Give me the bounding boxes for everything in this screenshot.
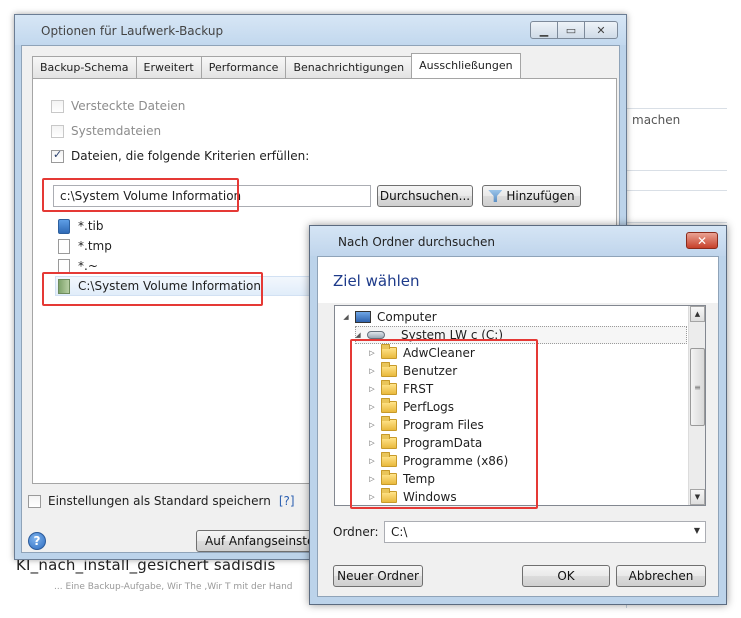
scroll-thumb[interactable]: ≡ xyxy=(690,348,705,426)
tab-backup-schema[interactable]: Backup-Schema xyxy=(32,56,137,78)
caption-buttons: ▁ ▭ ✕ xyxy=(530,21,618,39)
scroll-down-button[interactable]: ▼ xyxy=(690,489,705,505)
drive-icon xyxy=(367,331,385,339)
cancel-button[interactable]: Abbrechen xyxy=(616,565,706,587)
dialog-heading: Ziel wählen xyxy=(333,272,420,290)
dialog-header: Ziel wählen xyxy=(318,257,718,303)
save-default-label: Einstellungen als Standard speichern xyxy=(48,494,271,508)
divider xyxy=(626,222,727,223)
help-icon[interactable]: ? xyxy=(28,532,46,550)
system-files-label: Systemdateien xyxy=(71,124,162,138)
collapse-arrow-icon[interactable]: ◢ xyxy=(353,331,363,339)
folder-select-value: C:\ xyxy=(391,525,408,539)
browse-button[interactable]: Durchsuchen... xyxy=(377,185,473,207)
collapse-arrow-icon[interactable]: ◢ xyxy=(341,313,351,321)
hidden-files-checkbox[interactable] xyxy=(51,99,64,113)
maximize-button[interactable]: ▭ xyxy=(557,21,585,39)
tab-erweitert[interactable]: Erweitert xyxy=(135,56,202,78)
exclusion-item[interactable]: *.tmp xyxy=(58,236,112,256)
add-filter-icon xyxy=(488,190,503,202)
save-default-option[interactable]: Einstellungen als Standard speichern [?] xyxy=(28,494,295,508)
exclusion-item-label: *.tmp xyxy=(78,239,112,253)
exclusion-item-label: *.tib xyxy=(78,219,104,233)
help-link[interactable]: [?] xyxy=(279,494,295,508)
criteria-files-option[interactable]: Dateien, die folgende Kriterien erfüllen… xyxy=(51,148,310,163)
tree-scrollbar[interactable]: ▲ ≡ ▼ xyxy=(688,306,705,505)
grip-icon: ≡ xyxy=(694,382,701,392)
exclusion-item[interactable]: *.tib xyxy=(58,216,103,236)
tree-item-computer[interactable]: ◢ Computer xyxy=(341,308,437,326)
ok-button[interactable]: OK xyxy=(522,565,610,587)
criteria-files-label: Dateien, die folgende Kriterien erfüllen… xyxy=(71,149,310,163)
folder-label: Ordner: xyxy=(333,525,379,539)
arrow-down-icon: ▼ xyxy=(694,493,701,501)
highlight-box xyxy=(42,272,263,306)
arrow-up-icon: ▲ xyxy=(694,310,701,318)
tib-file-icon xyxy=(58,218,70,234)
add-button-label: Hinzufügen xyxy=(506,189,575,203)
divider xyxy=(626,190,727,191)
maximize-icon: ▭ xyxy=(565,23,577,37)
background-strip-text: KI_nach_install_gesichert sadisdis xyxy=(16,560,276,574)
criteria-files-checkbox[interactable] xyxy=(51,148,64,163)
close-icon: ✕ xyxy=(696,233,708,248)
folder-select[interactable]: C:\ ▼ xyxy=(384,521,706,543)
exclusion-item-label: *.~ xyxy=(78,259,98,273)
dialog-title-bar: Nach Ordner durchsuchen ✕ xyxy=(310,226,726,256)
divider xyxy=(626,170,727,171)
tab-ausschliessungen[interactable]: Ausschließungen xyxy=(411,53,521,78)
highlight-box xyxy=(42,178,239,212)
save-default-checkbox[interactable] xyxy=(28,494,41,508)
chevron-down-icon: ▼ xyxy=(693,526,700,535)
background-fragment-text: machen xyxy=(632,113,681,127)
title-bar: Optionen für Laufwerk-Backup ▁ ▭ ✕ xyxy=(15,15,626,45)
dialog-close-button[interactable]: ✕ xyxy=(686,232,718,249)
close-button[interactable]: ✕ xyxy=(584,21,618,39)
system-files-checkbox[interactable] xyxy=(51,124,64,138)
system-files-option[interactable]: Systemdateien xyxy=(51,124,161,138)
hidden-files-option[interactable]: Versteckte Dateien xyxy=(51,99,185,113)
add-button[interactable]: Hinzufügen xyxy=(482,185,581,207)
reset-defaults-button[interactable]: Auf Anfangseinstell xyxy=(196,530,314,552)
background-strip-subtext: ... Eine Backup-Aufgabe, Wir The ,Wir T … xyxy=(54,582,293,592)
divider xyxy=(626,108,727,109)
file-icon xyxy=(58,238,70,254)
tab-bar: Backup-Schema Erweitert Performance Bena… xyxy=(32,53,521,78)
window-title: Optionen für Laufwerk-Backup xyxy=(41,24,224,38)
tab-benachrichtigungen[interactable]: Benachrichtigungen xyxy=(285,56,413,78)
new-folder-button[interactable]: Neuer Ordner xyxy=(333,565,423,587)
dialog-title: Nach Ordner durchsuchen xyxy=(338,235,496,249)
hidden-files-label: Versteckte Dateien xyxy=(71,99,186,113)
minimize-icon: ▁ xyxy=(539,23,549,37)
highlight-box xyxy=(350,339,538,509)
close-icon: ✕ xyxy=(596,23,606,37)
background-strip: KI_nach_install_gesichert sadisdis ... E… xyxy=(14,560,314,610)
minimize-button[interactable]: ▁ xyxy=(530,21,558,39)
scroll-up-button[interactable]: ▲ xyxy=(690,306,705,322)
computer-icon xyxy=(355,311,371,323)
tab-performance[interactable]: Performance xyxy=(200,56,287,78)
tree-item-label: Computer xyxy=(377,310,437,324)
